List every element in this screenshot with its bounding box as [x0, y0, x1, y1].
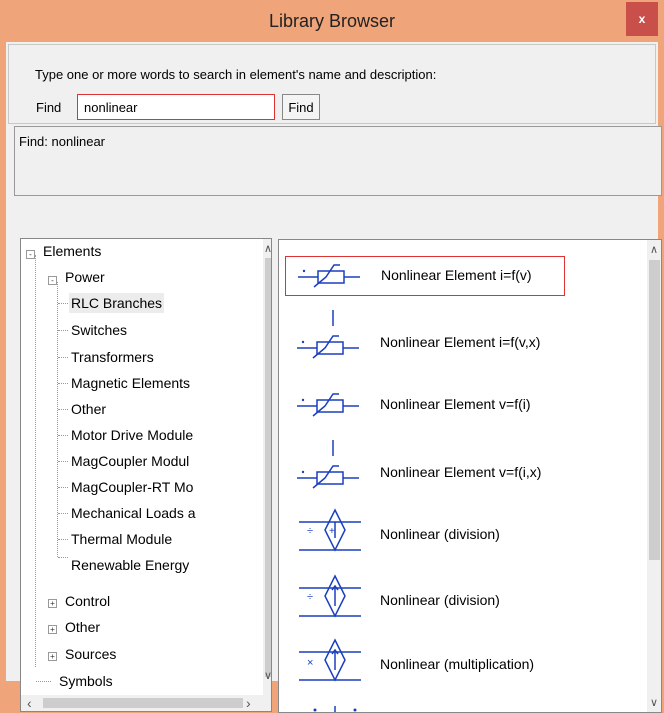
tree-branch — [58, 557, 68, 558]
list-item[interactable]: ÷ Nonlinear (division) — [285, 572, 565, 632]
tree-item-sources[interactable]: Sources — [65, 644, 116, 664]
search-instruction: Type one or more words to search in elem… — [35, 67, 437, 82]
list-item[interactable]: ÷ + Nonlinear (division) — [285, 506, 565, 566]
tree-item-control[interactable]: Control — [65, 591, 110, 611]
dependent-source-multiplication-icon: × — [299, 638, 361, 682]
tree-item-magcoupler-module[interactable]: MagCoupler Modul — [71, 451, 189, 471]
tree-item-power[interactable]: Power — [65, 267, 105, 287]
library-browser-window: Library Browser x Type one or more words… — [0, 0, 664, 713]
tree-item-symbols[interactable]: Symbols — [59, 671, 113, 691]
tree-branch — [58, 383, 68, 384]
list-item-label: Nonlinear (division) — [380, 526, 500, 542]
tree-item-rlc-branches[interactable]: RLC Branches — [69, 293, 165, 313]
tree-hscroll-thumb[interactable] — [43, 698, 243, 708]
tree-item-other[interactable]: Other — [71, 399, 106, 419]
find-label: Find — [36, 100, 62, 115]
tree-scroll-thumb[interactable] — [265, 258, 271, 677]
collapse-icon[interactable]: - — [48, 276, 57, 285]
category-tree[interactable]: - Elements - Power RLC Branches Switches… — [20, 238, 272, 712]
search-result-status: Find: nonlinear — [19, 134, 105, 149]
tree-item-elements[interactable]: Elements — [43, 241, 101, 261]
scroll-down-icon[interactable]: ∨ — [650, 696, 658, 709]
tree-item-transformers[interactable]: Transformers — [71, 347, 154, 367]
svg-text:×: × — [307, 657, 313, 669]
nonlinear-resistor-control-icon — [297, 310, 359, 359]
dependent-source-division-icon: ÷ + — [299, 508, 361, 552]
window-title: Library Browser — [268, 11, 396, 31]
search-result-panel: Find: nonlinear — [14, 126, 662, 196]
tree-item-magnetic-elements[interactable]: Magnetic Elements — [71, 373, 190, 393]
tree-item-mechanical-loads[interactable]: Mechanical Loads a — [71, 503, 196, 523]
title-bar[interactable]: Library Browser x — [0, 0, 664, 42]
list-item-label: Nonlinear Element v=f(i,x) — [380, 464, 542, 480]
expand-icon[interactable]: + — [48, 599, 57, 608]
scroll-up-icon[interactable]: ∧ — [650, 243, 658, 256]
search-panel: Type one or more words to search in elem… — [8, 44, 656, 124]
tree-branch — [58, 303, 68, 304]
nonlinear-resistor-icon — [298, 264, 360, 288]
tree-branch — [58, 539, 68, 540]
tree-guide-line — [35, 255, 36, 667]
scroll-down-icon[interactable]: ∨ — [264, 669, 271, 682]
nonlinear-resistor-control-icon — [297, 440, 359, 489]
dialog-body: Type one or more words to search in elem… — [6, 42, 662, 713]
search-input[interactable] — [77, 94, 275, 120]
list-item[interactable]: Nonlinear Element i=f(v) — [285, 256, 565, 296]
tree-branch — [58, 330, 68, 331]
list-item[interactable]: Nonlinear Element v=f(i,x) — [285, 438, 565, 498]
expand-icon[interactable]: + — [48, 652, 57, 661]
tree-item-thermal-module[interactable]: Thermal Module — [71, 529, 172, 549]
list-item[interactable]: Nonlinear Element i=f(v,x) — [285, 308, 565, 368]
tree-item-motor-drive-module[interactable]: Motor Drive Module — [71, 425, 193, 445]
nonlinear-resistor-icon — [297, 393, 359, 417]
expand-icon[interactable]: + — [48, 625, 57, 634]
list-item[interactable]: × Nonlinear (multiplication) — [285, 636, 565, 696]
tree-branch — [58, 357, 68, 358]
element-list[interactable]: Nonlinear Element i=f(v) Nonlinear Eleme… — [278, 239, 662, 713]
svg-text:÷: ÷ — [307, 525, 313, 537]
scroll-right-icon[interactable]: › — [246, 695, 251, 711]
scroll-left-icon[interactable]: ‹ — [27, 695, 32, 711]
close-button[interactable]: x — [626, 2, 658, 36]
tree-branch — [58, 461, 68, 462]
list-item-label: Nonlinear Element v=f(i) — [380, 396, 531, 412]
tree-branch — [36, 681, 51, 682]
list-item-label: Nonlinear Element i=f(v) — [381, 267, 532, 283]
tree-branch — [58, 513, 68, 514]
tree-branch — [58, 435, 68, 436]
tree-branch — [58, 487, 68, 488]
tree-item-switches[interactable]: Switches — [71, 320, 127, 340]
partial-symbol-icon — [313, 706, 357, 712]
list-item[interactable]: Nonlinear Element v=f(i) — [285, 386, 565, 426]
list-item-label: Nonlinear (multiplication) — [380, 656, 535, 672]
tree-item-magcoupler-rt-module[interactable]: MagCoupler-RT Mo — [71, 477, 193, 497]
tree-branch — [58, 409, 68, 410]
tree-guide-line — [57, 282, 58, 557]
tree-item-other-group[interactable]: Other — [65, 617, 100, 637]
find-button[interactable]: Find — [282, 94, 320, 120]
collapse-icon[interactable]: - — [26, 250, 35, 259]
list-item-label: Nonlinear Element i=f(v,x) — [380, 334, 541, 350]
svg-text:+: + — [329, 526, 335, 537]
tree-item-renewable-energy[interactable]: Renewable Energy — [71, 555, 189, 575]
dependent-source-division-icon: ÷ — [299, 574, 361, 618]
list-scroll-thumb[interactable] — [649, 260, 660, 560]
scroll-up-icon[interactable]: ∧ — [264, 242, 271, 255]
svg-text:÷: ÷ — [307, 591, 313, 603]
list-item-label: Nonlinear (division) — [380, 592, 500, 608]
